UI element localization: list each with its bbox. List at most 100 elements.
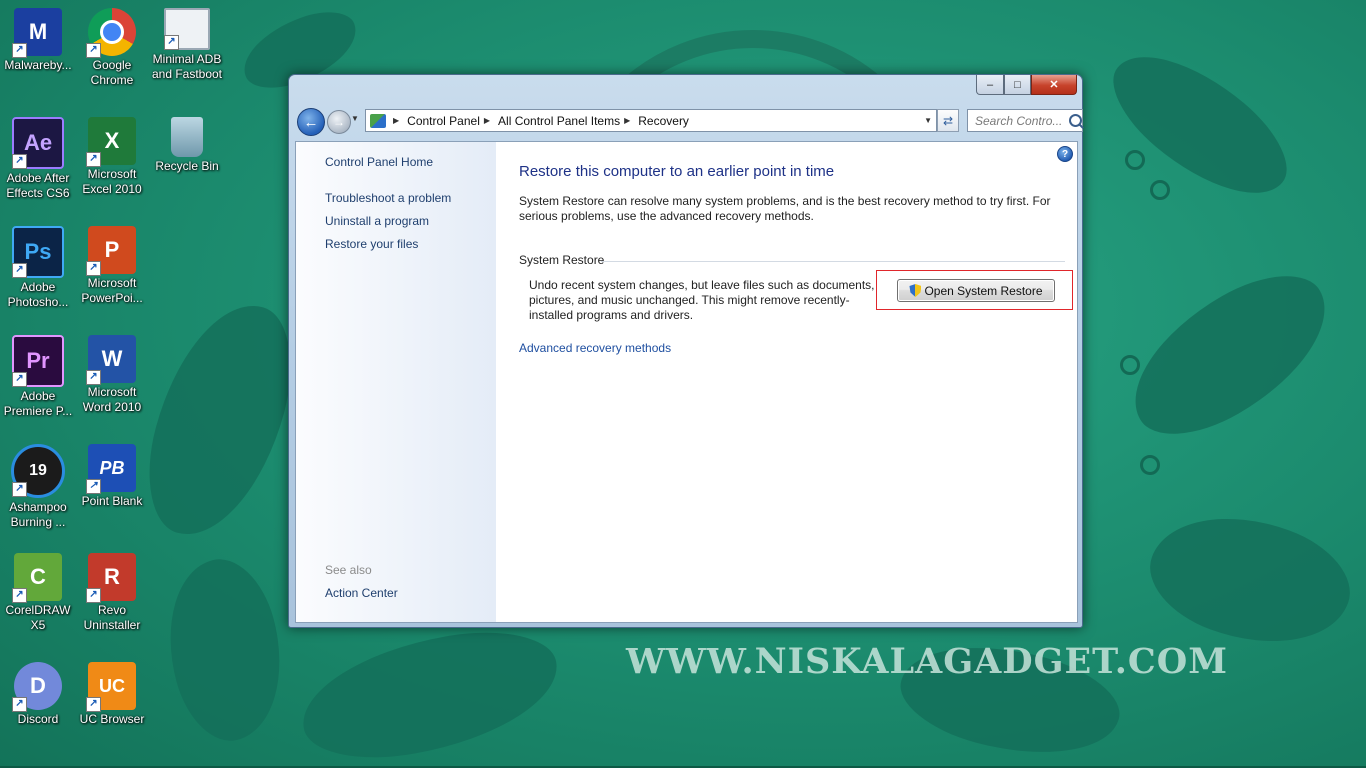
desktop-icon-label: Microsoft PowerPoi...	[81, 276, 143, 305]
action-center-link[interactable]: Action Center	[325, 586, 398, 600]
breadcrumb-all-items[interactable]: All Control Panel Items	[498, 114, 620, 128]
adb-window-icon: ↗	[164, 8, 210, 50]
navigation-bar: ← → ▼ ▶ Control Panel ▶ All Control Pane…	[297, 108, 1083, 136]
breadcrumb-control-panel[interactable]: Control Panel	[407, 114, 480, 128]
shortcut-arrow-icon: ↗	[86, 697, 101, 712]
desktop-icon-revo[interactable]: R ↗ Revo Uninstaller	[74, 545, 150, 651]
see-also-label: See also	[325, 563, 372, 577]
desktop-icon-label: Discord	[17, 712, 59, 726]
desktop-icon-point-blank[interactable]: PB ↗ Point Blank	[74, 436, 150, 542]
shortcut-arrow-icon: ↗	[12, 154, 27, 169]
desktop-icon-excel[interactable]: X ↗ Microsoft Excel 2010	[74, 109, 150, 215]
control-panel-icon	[370, 113, 386, 128]
desktop-icon-recycle-bin[interactable]: Recycle Bin	[149, 109, 225, 215]
uac-shield-icon	[909, 284, 922, 297]
discord-icon: D ↗	[12, 662, 62, 712]
open-system-restore-button[interactable]: Open System Restore	[897, 279, 1055, 302]
powerpoint-icon: P ↗	[86, 226, 136, 276]
shortcut-arrow-icon: ↗	[12, 372, 27, 387]
desktop-icon-label: Google Chrome	[90, 58, 134, 87]
desktop-icon-photoshop[interactable]: Ps ↗ Adobe Photosho...	[0, 218, 76, 324]
desktop-icon-label: Recycle Bin	[155, 159, 219, 173]
desktop-icon-after-effects[interactable]: Ae ↗ Adobe After Effects CS6	[0, 109, 76, 215]
shortcut-arrow-icon: ↗	[86, 43, 101, 58]
shortcut-arrow-icon: ↗	[164, 35, 179, 50]
back-button[interactable]: ←	[297, 108, 325, 136]
shortcut-arrow-icon: ↗	[86, 588, 101, 603]
forward-button[interactable]: →	[327, 110, 351, 134]
desktop-icon-powerpoint[interactable]: P ↗ Microsoft PowerPoi...	[74, 218, 150, 324]
maximize-button[interactable]: □	[1004, 75, 1031, 95]
chrome-icon: ↗	[86, 8, 136, 58]
point-blank-icon: PB ↗	[86, 444, 136, 494]
page-title: Restore this computer to an earlier poin…	[519, 163, 835, 180]
shortcut-arrow-icon: ↗	[12, 697, 27, 712]
wallpaper-dot	[1125, 150, 1145, 170]
recycle-bin-icon	[171, 117, 203, 157]
ashampoo-icon: 19 ↗	[11, 444, 65, 498]
desktop-icon-chrome[interactable]: ↗ Google Chrome	[74, 0, 150, 106]
chevron-right-icon[interactable]: ▶	[484, 116, 490, 125]
excel-icon: X ↗	[86, 117, 136, 167]
troubleshoot-link[interactable]: Troubleshoot a problem	[325, 191, 451, 205]
open-system-restore-label: Open System Restore	[924, 283, 1043, 298]
desktop-icon-discord[interactable]: D ↗ Discord	[0, 654, 76, 760]
uninstall-program-link[interactable]: Uninstall a program	[325, 214, 429, 228]
control-panel-home-link[interactable]: Control Panel Home	[325, 155, 433, 169]
breadcrumb-recovery[interactable]: Recovery	[638, 114, 689, 128]
shortcut-arrow-icon: ↗	[12, 43, 27, 58]
window-controls: ‒ □ ✕	[976, 75, 1077, 95]
desktop-icon-label: Microsoft Word 2010	[82, 385, 142, 414]
search-box	[967, 109, 1083, 132]
desktop-icon-label: Revo Uninstaller	[83, 603, 141, 632]
desktop-icon-label: Adobe After Effects CS6	[6, 171, 70, 200]
group-divider	[601, 261, 1065, 262]
wallpaper-leaf	[1107, 252, 1353, 458]
premiere-icon: Pr ↗	[12, 335, 64, 387]
system-restore-description: Undo recent system changes, but leave fi…	[529, 278, 875, 322]
desktop-icon-malwarebytes[interactable]: M ↗ Malwareby...	[0, 0, 76, 106]
desktop-icon-ashampoo[interactable]: 19 ↗ Ashampoo Burning ...	[0, 436, 76, 542]
desktop-icon-label: Minimal ADB and Fastboot	[151, 52, 223, 81]
desktop-icon-premiere[interactable]: Pr ↗ Adobe Premiere P...	[0, 327, 76, 433]
desktop-icon-label: Ashampoo Burning ...	[9, 500, 67, 529]
chevron-right-icon[interactable]: ▶	[624, 116, 630, 125]
arrow-left-icon: ←	[303, 113, 319, 131]
coreldraw-icon: C ↗	[12, 553, 62, 603]
desktop-icon-label: Microsoft Excel 2010	[82, 167, 142, 196]
desktop-icon-coreldraw[interactable]: C ↗ CorelDRAW X5	[0, 545, 76, 651]
desktop-icon-label: UC Browser	[79, 712, 145, 726]
page-description: System Restore can resolve many system p…	[519, 194, 1051, 223]
chevron-right-icon[interactable]: ▶	[393, 116, 399, 125]
minimize-button[interactable]: ‒	[976, 75, 1004, 95]
desktop-icon-label: Adobe Premiere P...	[3, 389, 73, 418]
site-watermark: WWW.NISKALAGADGET.COM	[626, 641, 1228, 682]
recovery-content: ? Restore this computer to an earlier po…	[519, 142, 1077, 622]
chevron-down-icon[interactable]: ▼	[924, 116, 932, 125]
help-icon[interactable]: ?	[1057, 146, 1073, 162]
refresh-button[interactable]: ⇄	[937, 109, 959, 132]
desktop-icon-label: Point Blank	[81, 494, 143, 508]
address-bar[interactable]: ▶ Control Panel ▶ All Control Panel Item…	[365, 109, 937, 132]
desktop-icon-word[interactable]: W ↗ Microsoft Word 2010	[74, 327, 150, 433]
shortcut-arrow-icon: ↗	[12, 588, 27, 603]
close-button[interactable]: ✕	[1031, 75, 1077, 95]
search-input[interactable]	[973, 112, 1067, 129]
desktop-icon-label: CorelDRAW X5	[5, 603, 71, 632]
desktop-icon-uc-browser[interactable]: UC ↗ UC Browser	[74, 654, 150, 760]
advanced-recovery-link[interactable]: Advanced recovery methods	[519, 341, 671, 355]
search-icon[interactable]	[1069, 114, 1082, 127]
wallpaper-leaf	[1094, 26, 1306, 224]
shortcut-arrow-icon: ↗	[12, 263, 27, 278]
window-client-area: Control Panel Home Troubleshoot a proble…	[295, 141, 1078, 623]
revo-uninstaller-icon: R ↗	[86, 553, 136, 603]
system-restore-group-title: System Restore	[519, 253, 605, 267]
wallpaper-dot	[1140, 455, 1160, 475]
photoshop-icon: Ps ↗	[12, 226, 64, 278]
desktop-icon-minimal-adb[interactable]: ↗ Minimal ADB and Fastboot	[149, 0, 225, 106]
restore-files-link[interactable]: Restore your files	[325, 237, 418, 251]
recent-pages-dropdown[interactable]: ▼	[351, 114, 359, 123]
desktop-icon-label: Malwareby...	[4, 58, 72, 72]
shortcut-arrow-icon: ↗	[12, 482, 27, 497]
desktop-icon-label: Adobe Photosho...	[7, 280, 69, 309]
